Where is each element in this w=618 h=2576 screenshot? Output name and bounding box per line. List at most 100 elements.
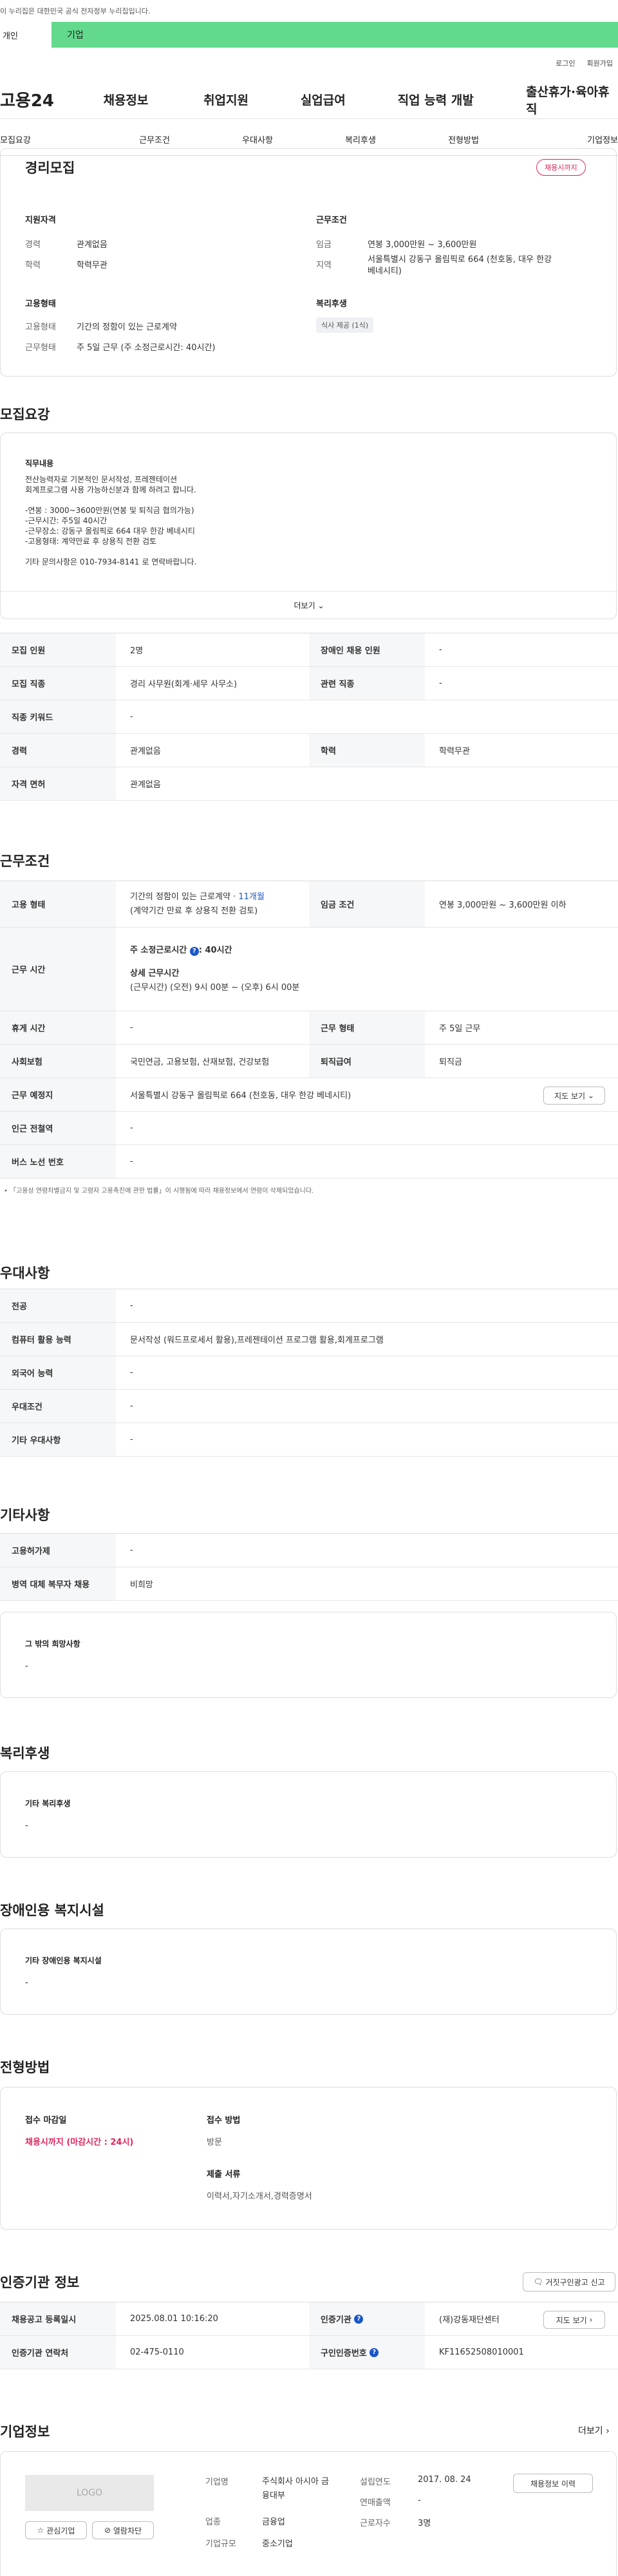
select-card: 접수 마감일 채용시까지 (마감시간 : 24시) 접수 방법 방문 제출 서류… [0,2087,617,2230]
founded-label: 설립연도 [360,2478,391,2487]
table-label: 전공 [0,1289,116,1322]
etc-card: 그 밖의 희망사항 - [0,1612,617,1698]
service-tabs: 개인 기업 [0,22,618,48]
cond-heading: 근무조건 [316,216,347,225]
welfare-card: 기타 복리후생 - [0,1771,617,1858]
table-label: 관련 직종 [309,667,425,700]
recruit-table: 모집 인원 2명 장애인 채용 인원 - 모집 직종 경리 사무원(회계·세무 사무소) 관… [0,633,618,801]
severance-label: 퇴직급여 [309,1045,425,1078]
nav-leave[interactable]: 출산휴가·육아휴직 [526,82,618,117]
history-button[interactable]: 채용정보 이력 [513,2474,593,2493]
etc-box-value: - [25,1661,28,1671]
tab-select[interactable]: 전형방법 [412,133,515,145]
help-icon[interactable]: ? [354,2314,364,2324]
etc-heading: 기타사항 [0,1507,50,1523]
hours-label: 근무 시간 [0,928,116,1011]
contact-label: 인증기관 연락처 [0,2336,116,2369]
recruit-heading: 모집요강 [0,407,50,422]
employ-value: 기간의 정함이 있는 근로계약 · [130,891,239,902]
map-button[interactable]: 지도 보기 ⌄ [543,1087,605,1105]
tab-recruit[interactable]: 모집요강 [0,133,103,145]
nav-unemployment[interactable]: 실업급여 [301,91,398,108]
nav-jobs[interactable]: 채용정보 [103,91,203,108]
table-value: 경리 사무원(회계·세무 사무소) [130,680,238,689]
cert-no-label: 구인인증번호 [321,2349,367,2358]
method-label: 접수 방법 [207,2116,241,2125]
nav-training[interactable]: 직업 능력 개발 [398,91,526,108]
table-value: - [130,1545,133,1555]
work-type-label: 근무형태 [25,343,56,353]
report-button[interactable]: 🗨 거짓구인광고 신고 [523,2272,615,2291]
tab-company-info[interactable]: 기업정보 [515,133,618,145]
tab-personal[interactable]: 개인 [0,22,52,48]
agency-map-button[interactable]: 지도 보기 › [543,2311,605,2329]
table-label: 모집 인원 [0,633,116,666]
docs-value: 이력서,자기소개서,경력증명서 [207,2192,312,2201]
table-value: 관계없음 [130,747,161,756]
disability-box-value: - [25,1978,28,1988]
employees-label: 근로자수 [360,2519,391,2528]
chevron-right-icon: › [589,2315,593,2324]
block-button[interactable]: ⊘ 열람차단 [92,2521,154,2539]
welfare-section-heading: 복리후생 [0,1746,50,1761]
tab-company[interactable]: 기업 [52,22,84,48]
subway-value: - [130,1123,133,1133]
util-menu: 로그인 회원가입 [0,54,618,72]
region-value: 서울특별시 강동구 올림픽로 664 (천호동, 대우 한강 베네시티) [368,255,552,276]
table-label: 경력 [0,734,116,767]
work-table: 고용 형태 기간의 정함이 있는 근로계약 · 11개월 (계약기간 만료 후 … [0,881,618,1195]
job-desc-line: 기타 문의사항은 010-7934-8141 로 연락바랍니다. [25,557,197,566]
site-logo[interactable]: 고용24 [0,88,103,111]
block-icon: ⊘ [104,2526,111,2535]
weekly-hours-label: 주 소정근로시간 [130,945,190,955]
employ-label: 고용 형태 [0,881,116,927]
job-desc-line [25,546,196,557]
table-row: 직종 키워드 - [0,700,618,734]
more-button[interactable]: 더보기 ⌄ [1,591,617,619]
table-label: 고용허가제 [0,1534,116,1567]
chevron-down-icon: ⌄ [317,601,324,610]
global-nav: 고용24 채용정보 취업지원 실업급여 직업 능력 개발 출산휴가·육아휴직 [0,80,618,119]
subway-label: 인근 전철역 [0,1112,116,1144]
wage-value: 연봉 3,000만원 ~ 3,600만원 [368,240,477,250]
job-desc-title: 직무내용 [25,459,54,468]
table-row: 고용허가제 - [0,1534,618,1567]
tab-welfare[interactable]: 복리후생 [309,133,412,145]
tab-work[interactable]: 근무조건 [103,133,206,145]
table-row: 병역 대체 복무자 채용 비희망 [0,1567,618,1601]
table-label: 컴퓨터 활용 능력 [0,1323,116,1356]
qual-career-value: 관계없음 [77,240,108,250]
help-icon[interactable]: ? [370,2347,379,2357]
table-value: - [439,645,442,655]
job-desc-text: 전산능력자로 기본적인 문서작성, 프레젠테이션 회계프로그램 사용 가능하신분과… [25,474,196,567]
size-value: 중소기업 [262,2539,293,2549]
agency-value: (재)강동재단센터 [439,2315,500,2325]
severance-value: 퇴직금 [439,1058,462,1067]
help-icon[interactable]: ? [189,946,199,956]
tab-pref[interactable]: 우대사항 [206,133,309,145]
work-heading: 근무조건 [0,854,50,869]
founded-value: 2017. 08. 24 [418,2475,471,2485]
signup-link[interactable]: 회원가입 [587,58,613,68]
pref-table: 전공 - 컴퓨터 활용 능력 문서작성 (워드프로세서 활용),프레젠테이션 프로그램… [0,1289,618,1457]
info-bullet-icon: • [4,1188,8,1195]
login-link[interactable]: 로그인 [556,58,575,68]
company-more-link[interactable]: 더보기 › [578,2424,610,2437]
wage-cond-value: 연봉 3,000만원 ~ 3,600만원 이하 [439,901,566,910]
chevron-down-icon: ⌄ [587,1091,594,1100]
cert-no-value: KF11652508010001 [439,2347,524,2357]
hours-detail-title: 상세 근무시간 [130,968,180,978]
favorite-button[interactable]: ☆ 관심기업 [25,2521,87,2539]
job-desc-card: 직무내용 전산능력자로 기본적인 문서작성, 프레젠테이션 회계프로그램 사용 가… [0,433,617,619]
table-label: 모집 직종 [0,667,116,700]
report-icon: 🗨 [533,2277,543,2286]
region-label: 지역 [316,261,332,270]
nav-employment-support[interactable]: 취업지원 [203,91,301,108]
table-value: 학력무관 [439,747,470,756]
deadline-label: 접수 마감일 [25,2116,67,2125]
agency-label: 인증기관 [321,2315,351,2325]
table-row: 컴퓨터 활용 능력 문서작성 (워드프로세서 활용),프레젠테이션 프로그램 활용… [0,1323,618,1356]
agency-heading: 인증기관 정보 [0,2275,80,2290]
etc-table: 고용허가제 - 병역 대체 복무자 채용 비희망 [0,1533,618,1601]
company-name-value: 주식회사 아시아 금융대부 [262,2477,329,2501]
